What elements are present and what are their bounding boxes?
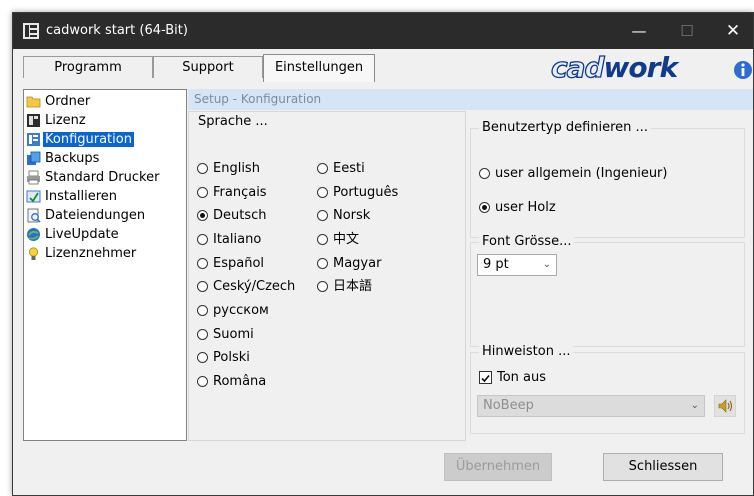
configuration-icon	[27, 133, 40, 146]
radio-romana[interactable]: Româna	[197, 373, 266, 391]
licensee-icon	[28, 247, 39, 260]
backups-icon	[27, 151, 41, 165]
chevron-down-icon: ⌄	[542, 259, 551, 270]
window-title: cadwork start (64-Bit)	[46, 23, 188, 38]
radio-portugues[interactable]: Português	[317, 184, 398, 202]
radio-norsk[interactable]: Norsk	[317, 207, 370, 225]
radio-francais[interactable]: Français	[197, 184, 267, 202]
sidebar-item-konfiguration[interactable]: Konfiguration	[24, 130, 186, 149]
app-window: cadwork start (64-Bit) — ☐ ✕ Programm Su…	[12, 12, 754, 496]
radio-user-holz[interactable]: user Holz	[479, 199, 556, 217]
radio-russian[interactable]: русском	[197, 302, 269, 320]
minimize-icon[interactable]: —	[617, 13, 661, 49]
info-icon[interactable]	[733, 60, 753, 80]
liveupdate-icon	[27, 228, 40, 241]
radio-czech[interactable]: Ceský/Czech	[197, 278, 295, 296]
sidebar-item-standard-drucker[interactable]: Standard Drucker	[24, 168, 186, 187]
chevron-down-icon: ⌄	[690, 400, 699, 411]
font-size-group-title: Font Grösse...	[479, 234, 575, 249]
tab-bar: Programm Support Einstellungen cadwork	[13, 49, 753, 87]
radio-english[interactable]: English	[197, 160, 260, 178]
sound-group-title: Hinweiston ...	[479, 344, 574, 359]
title-bar: cadwork start (64-Bit) — ☐ ✕	[13, 13, 753, 49]
sidebar-item-ordner[interactable]: Ordner	[24, 92, 186, 111]
radio-eesti[interactable]: Eesti	[317, 160, 365, 178]
tab-support[interactable]: Support	[153, 56, 263, 78]
sidebar-item-lizenz[interactable]: Lizenz	[24, 111, 186, 130]
sound-select[interactable]: NoBeep ⌄	[477, 395, 705, 417]
tab-programm[interactable]: Programm	[23, 56, 153, 78]
maximize-icon[interactable]: ☐	[665, 13, 709, 49]
font-size-select[interactable]: 9 pt ⌄	[477, 254, 557, 276]
tab-einstellungen[interactable]: Einstellungen	[263, 54, 375, 82]
app-icon	[23, 23, 39, 39]
folder-icon	[26, 96, 41, 108]
sidebar-item-lizenznehmer[interactable]: Lizenznehmer	[24, 244, 186, 263]
sidebar-item-backups[interactable]: Backups	[24, 149, 186, 168]
apply-button[interactable]: Übernehmen	[444, 453, 552, 481]
user-type-group-title: Benutzertyp definieren ...	[479, 120, 651, 135]
radio-user-allgemein[interactable]: user allgemein (Ingenieur)	[479, 165, 667, 183]
sound-group: Hinweiston ... Ton aus NoBeep ⌄	[470, 344, 745, 434]
ton-aus-checkbox[interactable]: Ton aus	[479, 369, 546, 387]
checkmark-icon	[481, 374, 490, 383]
close-button[interactable]: Schliessen	[603, 453, 723, 481]
user-type-group: Benutzertyp definieren ... user allgemei…	[470, 120, 745, 238]
printer-icon	[27, 170, 40, 185]
setup-header: Setup - Konfiguration	[188, 89, 753, 110]
checkbox-box	[479, 371, 492, 384]
file-extensions-icon	[27, 208, 41, 223]
font-size-group: Font Grösse... 9 pt ⌄	[470, 234, 745, 347]
sidebar-item-liveupdate[interactable]: LiveUpdate	[24, 225, 186, 244]
radio-espanol[interactable]: Español	[197, 255, 264, 273]
radio-chinese[interactable]: 中文	[317, 231, 359, 249]
sidebar-tree: Ordner Lizenz Konfiguration Backups Stan…	[23, 89, 187, 441]
close-icon[interactable]: ✕	[711, 13, 753, 49]
sidebar-item-installieren[interactable]: Installieren	[24, 187, 186, 206]
language-group-title: Sprache ...	[195, 114, 271, 129]
license-icon	[27, 114, 40, 127]
sidebar-item-dateiendungen[interactable]: Dateiendungen	[24, 206, 186, 225]
speaker-icon[interactable]	[714, 395, 736, 417]
cadwork-logo: cadwork	[550, 50, 678, 84]
radio-suomi[interactable]: Suomi	[197, 326, 254, 344]
radio-polski[interactable]: Polski	[197, 349, 250, 367]
install-icon	[26, 190, 41, 203]
radio-magyar[interactable]: Magyar	[317, 255, 381, 273]
radio-japanese[interactable]: 日本語	[317, 278, 372, 296]
radio-italiano[interactable]: Italiano	[197, 231, 261, 249]
radio-deutsch[interactable]: Deutsch	[197, 207, 267, 225]
language-panel: Sprache ... English Français Deutsch Ita…	[188, 111, 466, 441]
